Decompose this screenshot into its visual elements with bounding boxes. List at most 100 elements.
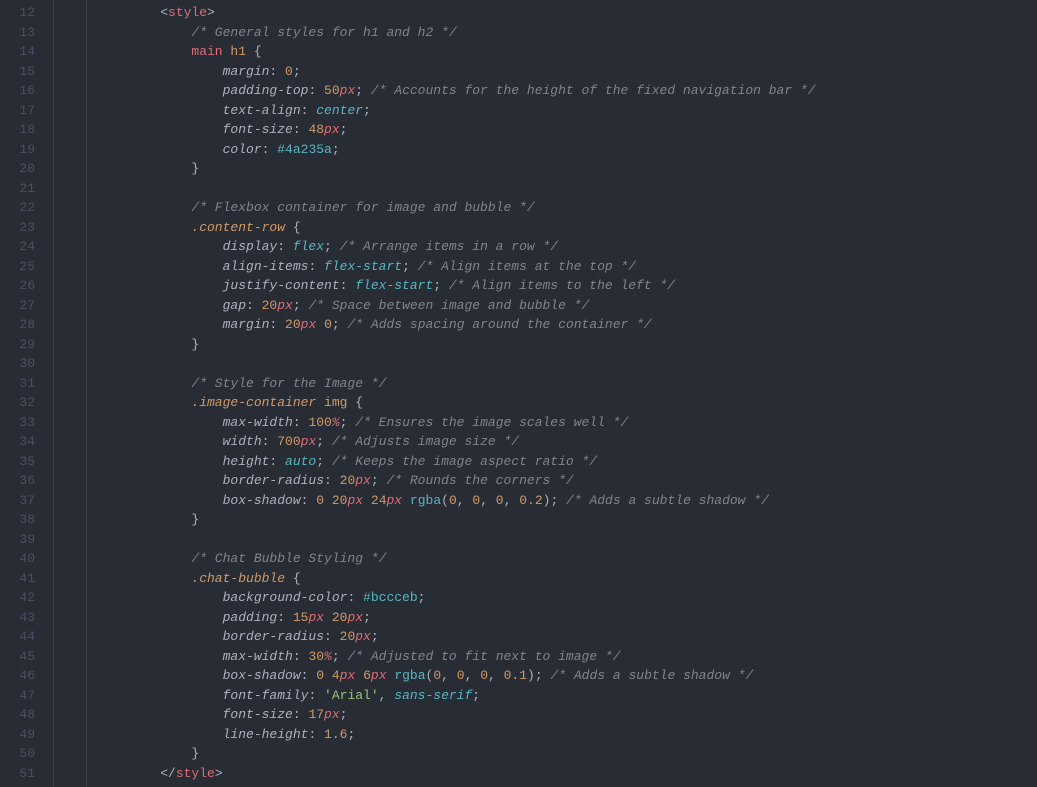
- code-token: ;: [371, 629, 379, 644]
- code-token: px: [347, 610, 363, 625]
- code-token: ): [527, 668, 535, 683]
- code-line[interactable]: justify-content: flex-start; /* Align it…: [90, 276, 1037, 296]
- code-line[interactable]: gap: 20px; /* Space between image and bu…: [90, 296, 1037, 316]
- code-token: style: [168, 5, 207, 20]
- code-line[interactable]: }: [90, 335, 1037, 355]
- code-line[interactable]: font-size: 17px;: [90, 705, 1037, 725]
- code-token: 50: [324, 83, 340, 98]
- code-line[interactable]: display: flex; /* Arrange items in a row…: [90, 237, 1037, 257]
- code-line[interactable]: padding: 15px 20px;: [90, 608, 1037, 628]
- code-line[interactable]: height: auto; /* Keeps the image aspect …: [90, 452, 1037, 472]
- code-line[interactable]: font-family: 'Arial', sans-serif;: [90, 686, 1037, 706]
- code-line[interactable]: align-items: flex-start; /* Align items …: [90, 257, 1037, 277]
- code-line[interactable]: [90, 530, 1037, 550]
- code-line[interactable]: /* Flexbox container for image and bubbl…: [90, 198, 1037, 218]
- code-line[interactable]: border-radius: 20px; /* Rounds the corne…: [90, 471, 1037, 491]
- line-number: 13: [0, 23, 35, 43]
- line-number: 22: [0, 198, 35, 218]
- code-token: :: [340, 278, 356, 293]
- code-token: :: [269, 64, 285, 79]
- code-line[interactable]: border-radius: 20px;: [90, 627, 1037, 647]
- code-token: main: [191, 44, 230, 59]
- code-token: /* Arrange items in a row */: [340, 239, 558, 254]
- code-token: rgba: [394, 668, 425, 683]
- code-token: :: [293, 122, 309, 137]
- code-token: 0: [496, 493, 504, 508]
- code-line[interactable]: font-size: 48px;: [90, 120, 1037, 140]
- code-token: font-family: [223, 688, 309, 703]
- code-token: height: [223, 454, 270, 469]
- code-line[interactable]: <style>: [90, 3, 1037, 23]
- line-number: 48: [0, 705, 35, 725]
- code-token: color: [223, 142, 262, 157]
- code-token: [363, 493, 371, 508]
- code-token: ;: [433, 278, 449, 293]
- code-token: max-width: [223, 415, 293, 430]
- code-token: px: [340, 668, 356, 683]
- code-token: :: [308, 83, 324, 98]
- code-line[interactable]: box-shadow: 0 4px 6px rgba(0, 0, 0, 0.1)…: [90, 666, 1037, 686]
- code-line[interactable]: margin: 0;: [90, 62, 1037, 82]
- code-token: 0: [324, 317, 332, 332]
- code-line[interactable]: width: 700px; /* Adjusts image size */: [90, 432, 1037, 452]
- code-token: /* Adds a subtle shadow */: [566, 493, 769, 508]
- code-line[interactable]: max-width: 100%; /* Ensures the image sc…: [90, 413, 1037, 433]
- code-token: ,: [441, 668, 457, 683]
- code-line[interactable]: [90, 354, 1037, 374]
- code-token: 0: [433, 668, 441, 683]
- code-line[interactable]: line-height: 1.6;: [90, 725, 1037, 745]
- code-line[interactable]: /* Chat Bubble Styling */: [90, 549, 1037, 569]
- code-token: 0: [457, 668, 465, 683]
- code-line[interactable]: }: [90, 510, 1037, 530]
- code-token: (: [441, 493, 449, 508]
- code-line[interactable]: /* Style for the Image */: [90, 374, 1037, 394]
- code-line[interactable]: .content-row {: [90, 218, 1037, 238]
- code-token: ;: [535, 668, 551, 683]
- line-number: 16: [0, 81, 35, 101]
- code-token: /* Chat Bubble Styling */: [191, 551, 386, 566]
- code-line[interactable]: text-align: center;: [90, 101, 1037, 121]
- code-token: [324, 668, 332, 683]
- code-token: ,: [465, 668, 481, 683]
- code-line[interactable]: padding-top: 50px; /* Accounts for the h…: [90, 81, 1037, 101]
- code-token: .content-row: [191, 220, 285, 235]
- code-line[interactable]: main h1 {: [90, 42, 1037, 62]
- code-token: /* Rounds the corners */: [386, 473, 573, 488]
- code-token: px: [371, 668, 387, 683]
- code-token: /* Adjusted to fit next to image */: [347, 649, 620, 664]
- code-line[interactable]: .image-container img {: [90, 393, 1037, 413]
- line-number: 32: [0, 393, 35, 413]
- code-token: /* Space between image and bubble */: [308, 298, 589, 313]
- code-token: ;: [324, 239, 340, 254]
- code-editor-area[interactable]: <style>/* General styles for h1 and h2 *…: [90, 0, 1037, 787]
- code-token: center: [316, 103, 363, 118]
- code-token: %: [324, 649, 332, 664]
- code-line[interactable]: }: [90, 159, 1037, 179]
- code-line[interactable]: color: #4a235a;: [90, 140, 1037, 160]
- code-line[interactable]: margin: 20px 0; /* Adds spacing around t…: [90, 315, 1037, 335]
- code-line[interactable]: </style>: [90, 764, 1037, 784]
- code-token: 'Arial': [324, 688, 379, 703]
- code-token: h1: [230, 44, 246, 59]
- code-line[interactable]: [90, 179, 1037, 199]
- code-line[interactable]: max-width: 30%; /* Adjusted to fit next …: [90, 647, 1037, 667]
- code-token: :: [293, 649, 309, 664]
- code-token: [402, 493, 410, 508]
- code-token: {: [355, 395, 363, 410]
- code-token: /* Flexbox container for image and bubbl…: [191, 200, 534, 215]
- code-line[interactable]: }: [90, 744, 1037, 764]
- code-token: line-height: [223, 727, 309, 742]
- code-token: :: [277, 239, 293, 254]
- code-line[interactable]: background-color: #bccceb;: [90, 588, 1037, 608]
- code-token: 0: [449, 493, 457, 508]
- code-token: rgba: [410, 493, 441, 508]
- code-line[interactable]: /* General styles for h1 and h2 */: [90, 23, 1037, 43]
- code-token: .image-container: [191, 395, 316, 410]
- code-line[interactable]: box-shadow: 0 20px 24px rgba(0, 0, 0, 0.…: [90, 491, 1037, 511]
- line-number: 35: [0, 452, 35, 472]
- line-number: 20: [0, 159, 35, 179]
- code-token: 20: [332, 610, 348, 625]
- line-number: 46: [0, 666, 35, 686]
- code-token: [324, 610, 332, 625]
- code-line[interactable]: .chat-bubble {: [90, 569, 1037, 589]
